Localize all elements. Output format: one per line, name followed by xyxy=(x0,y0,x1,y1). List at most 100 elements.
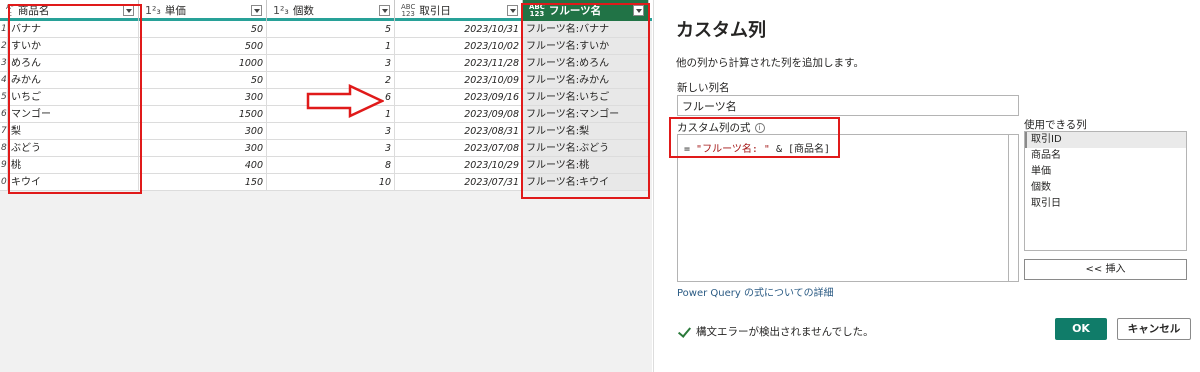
table-row: 9 桃 400 8 2023/10/29 フルーツ名:桃 xyxy=(0,157,652,174)
column-label: 個数 xyxy=(292,5,314,17)
cell-fruit-name[interactable]: フルーツ名:めろん xyxy=(523,55,649,72)
cell-product-name[interactable]: めろん xyxy=(8,55,139,72)
cell-product-name[interactable]: ぶどう xyxy=(8,140,139,157)
insert-button[interactable]: << 挿入 xyxy=(1024,259,1187,280)
cell-unit-price[interactable]: 1000 xyxy=(139,55,267,72)
cell-product-name[interactable]: 桃 xyxy=(8,157,139,174)
cell-fruit-name[interactable]: フルーツ名:桃 xyxy=(523,157,649,174)
available-column-item[interactable]: 取引ID xyxy=(1025,132,1186,148)
cell-product-name[interactable]: 梨 xyxy=(8,123,139,140)
row-number: 4 xyxy=(0,72,8,89)
column-header-quantity[interactable]: 1²₃ 個数 xyxy=(267,0,395,21)
cell-trade-date[interactable]: 2023/07/31 xyxy=(395,174,523,191)
syntax-status: 構文エラーが検出されませんでした。 xyxy=(678,324,874,339)
cell-unit-price[interactable]: 300 xyxy=(139,140,267,157)
available-column-item[interactable]: 単価 xyxy=(1025,164,1186,180)
power-query-help-link[interactable]: Power Query の式についての詳細 xyxy=(677,284,834,299)
cell-unit-price[interactable]: 400 xyxy=(139,157,267,174)
cell-trade-date[interactable]: 2023/09/16 xyxy=(395,89,523,106)
cell-trade-date[interactable]: 2023/10/09 xyxy=(395,72,523,89)
cell-fruit-name[interactable]: フルーツ名:いちご xyxy=(523,89,649,106)
formula-prefix: = xyxy=(684,144,697,155)
row-number: 8 xyxy=(0,140,8,157)
new-column-name-input[interactable] xyxy=(677,95,1019,116)
checkmark-icon xyxy=(678,326,690,338)
cell-quantity[interactable]: 5 xyxy=(267,21,395,38)
filter-dropdown-icon[interactable] xyxy=(379,5,390,16)
text-type-icon: Aᴮ c xyxy=(6,2,14,18)
cancel-button[interactable]: キャンセル xyxy=(1117,318,1191,340)
dialog-title: カスタム列 xyxy=(676,20,766,41)
ok-button[interactable]: OK xyxy=(1055,318,1107,340)
available-columns-list: 取引ID 商品名 単価 個数 取引日 xyxy=(1024,131,1187,251)
cell-unit-price[interactable]: 50 xyxy=(139,21,267,38)
cell-product-name[interactable]: マンゴー xyxy=(8,106,139,123)
cell-quantity[interactable]: 3 xyxy=(267,140,395,157)
cell-fruit-name[interactable]: フルーツ名:バナナ xyxy=(523,21,649,38)
filter-dropdown-icon[interactable] xyxy=(507,5,518,16)
integer-type-icon: 1²₃ xyxy=(145,4,161,17)
cell-fruit-name[interactable]: フルーツ名:キウイ xyxy=(523,174,649,191)
cell-trade-date[interactable]: 2023/07/08 xyxy=(395,140,523,157)
available-column-item[interactable]: 取引日 xyxy=(1025,196,1186,212)
available-column-item[interactable]: 個数 xyxy=(1025,180,1186,196)
formula-editor[interactable]: = "フルーツ名: " & [商品名] xyxy=(677,134,1009,282)
cell-fruit-name[interactable]: フルーツ名:すいか xyxy=(523,38,649,55)
cell-product-name[interactable]: すいか xyxy=(8,38,139,55)
cell-fruit-name[interactable]: フルーツ名:マンゴー xyxy=(523,106,649,123)
info-icon[interactable]: i xyxy=(754,123,765,133)
cell-unit-price[interactable]: 300 xyxy=(139,89,267,106)
cell-fruit-name[interactable]: フルーツ名:ぶどう xyxy=(523,140,649,157)
custom-column-dialog: カスタム列 他の列から計算された列を追加します。 新しい列名 カスタム列の式i … xyxy=(653,0,1200,372)
formula-scrollbar[interactable] xyxy=(1009,134,1019,282)
row-number: 6 xyxy=(0,106,8,123)
cell-product-name[interactable]: いちご xyxy=(8,89,139,106)
cell-unit-price[interactable]: 1500 xyxy=(139,106,267,123)
filter-dropdown-icon[interactable] xyxy=(251,5,262,16)
integer-type-icon: 1²₃ xyxy=(273,4,289,17)
cell-trade-date[interactable]: 2023/10/31 xyxy=(395,21,523,38)
column-header-fruit-name[interactable]: ABC 123 フルーツ名 xyxy=(523,0,649,21)
cell-trade-date[interactable]: 2023/10/29 xyxy=(395,157,523,174)
cell-trade-date[interactable]: 2023/11/28 xyxy=(395,55,523,72)
cell-product-name[interactable]: バナナ xyxy=(8,21,139,38)
available-columns-label: 使用できる列 xyxy=(1024,119,1087,131)
cell-unit-price[interactable]: 50 xyxy=(139,72,267,89)
column-header-trade-date[interactable]: ABC 123 取引日 xyxy=(395,0,523,21)
cell-unit-price[interactable]: 300 xyxy=(139,123,267,140)
cell-trade-date[interactable]: 2023/10/02 xyxy=(395,38,523,55)
cell-unit-price[interactable]: 150 xyxy=(139,174,267,191)
cell-quantity[interactable]: 1 xyxy=(267,38,395,55)
row-number: 5 xyxy=(0,89,8,106)
new-column-name-label: 新しい列名 xyxy=(677,82,730,94)
cell-unit-price[interactable]: 500 xyxy=(139,38,267,55)
table-row: 7 梨 300 3 2023/08/31 フルーツ名:梨 xyxy=(0,123,652,140)
cell-quantity[interactable]: 3 xyxy=(267,55,395,72)
column-label: 単価 xyxy=(164,5,186,17)
table-row: 1 バナナ 50 5 2023/10/31 フルーツ名:バナナ xyxy=(0,21,652,38)
cell-fruit-name[interactable]: フルーツ名:梨 xyxy=(523,123,649,140)
cell-quantity[interactable]: 8 xyxy=(267,157,395,174)
data-grid: Aᴮ c 商品名 1²₃ 単価 1²₃ 個数 ABC 123 取引日 ABC 1… xyxy=(0,0,652,372)
table-row: 2 すいか 500 1 2023/10/02 フルーツ名:すいか xyxy=(0,38,652,55)
formula-label-row: カスタム列の式 i xyxy=(677,120,765,135)
cell-quantity[interactable]: 3 xyxy=(267,123,395,140)
cell-product-name[interactable]: キウイ xyxy=(8,174,139,191)
cell-fruit-name[interactable]: フルーツ名:みかん xyxy=(523,72,649,89)
cell-product-name[interactable]: みかん xyxy=(8,72,139,89)
cell-trade-date[interactable]: 2023/08/31 xyxy=(395,123,523,140)
available-column-item[interactable]: 商品名 xyxy=(1025,148,1186,164)
any-type-icon: ABC 123 xyxy=(529,2,545,18)
syntax-status-text: 構文エラーが検出されませんでした。 xyxy=(696,326,874,338)
formula-suffix: & [商品名] xyxy=(769,144,831,155)
column-header-unit-price[interactable]: 1²₃ 単価 xyxy=(139,0,267,21)
column-label: 商品名 xyxy=(17,5,50,17)
row-number: 1 xyxy=(0,21,8,38)
filter-dropdown-icon[interactable] xyxy=(633,5,644,16)
row-number: 7 xyxy=(0,123,8,140)
row-number: 9 xyxy=(0,157,8,174)
cell-quantity[interactable]: 10 xyxy=(267,174,395,191)
column-header-product-name[interactable]: Aᴮ c 商品名 xyxy=(0,0,139,21)
filter-dropdown-icon[interactable] xyxy=(123,5,134,16)
cell-trade-date[interactable]: 2023/09/08 xyxy=(395,106,523,123)
